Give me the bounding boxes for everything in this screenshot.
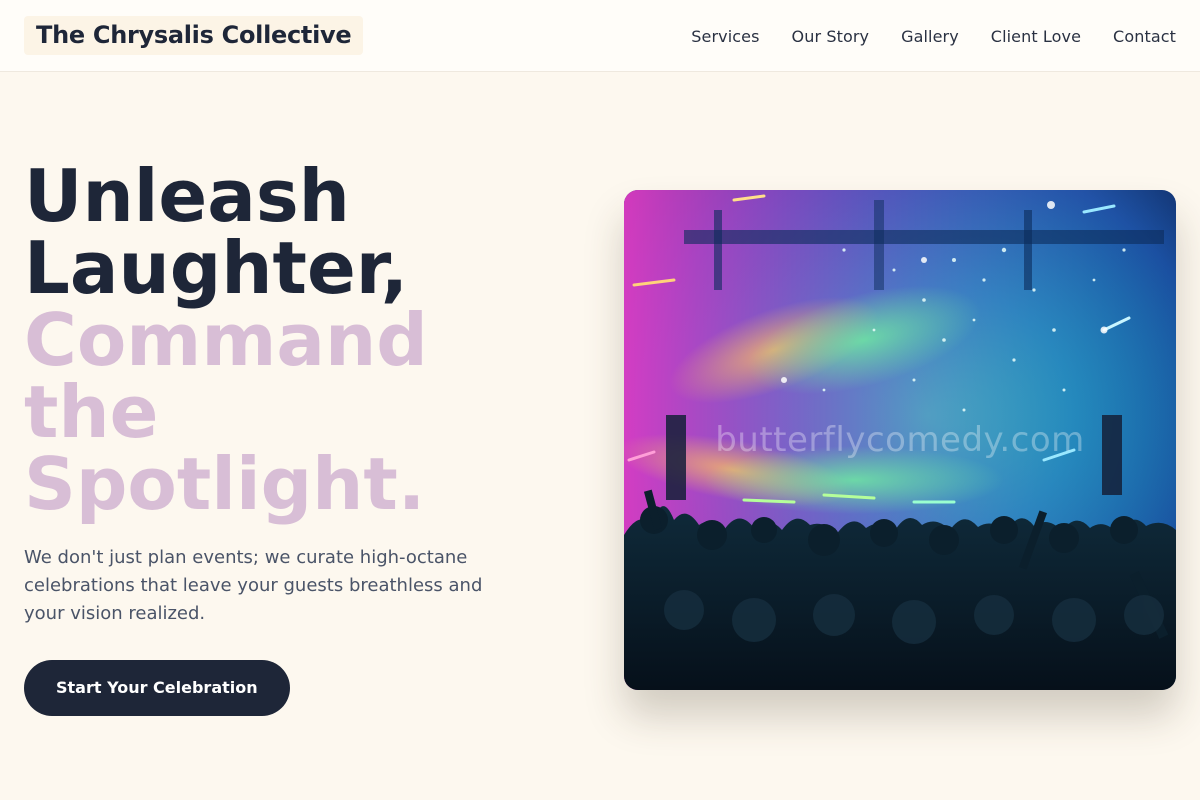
headline-line: Laughter,	[24, 226, 409, 310]
nav-link-client-love[interactable]: Client Love	[991, 27, 1081, 46]
main-nav: Services Our Story Gallery Client Love C…	[691, 0, 1176, 72]
start-celebration-button[interactable]: Start Your Celebration	[24, 660, 290, 716]
image-watermark: butterflycomedy.com	[715, 420, 1085, 460]
headline-accent-line: Spotlight.	[24, 442, 426, 526]
headline-accent-line: Command	[24, 298, 428, 382]
nav-link-our-story[interactable]: Our Story	[792, 27, 870, 46]
hero-concert-image: butterflycomedy.com	[624, 190, 1176, 690]
site-header: The Chrysalis Collective Services Our St…	[0, 0, 1200, 72]
hero-section: Unleash Laughter, Command the Spotlight.…	[24, 160, 544, 716]
headline-line: Unleash	[24, 154, 350, 238]
brand-logo[interactable]: The Chrysalis Collective	[24, 16, 364, 55]
nav-link-gallery[interactable]: Gallery	[901, 27, 959, 46]
hero-headline: Unleash Laughter, Command the Spotlight.	[24, 160, 544, 520]
hero-subtext: We don't just plan events; we curate hig…	[24, 547, 483, 624]
nav-link-contact[interactable]: Contact	[1113, 27, 1176, 46]
headline-accent-line: the	[24, 370, 159, 454]
nav-link-services[interactable]: Services	[691, 27, 759, 46]
